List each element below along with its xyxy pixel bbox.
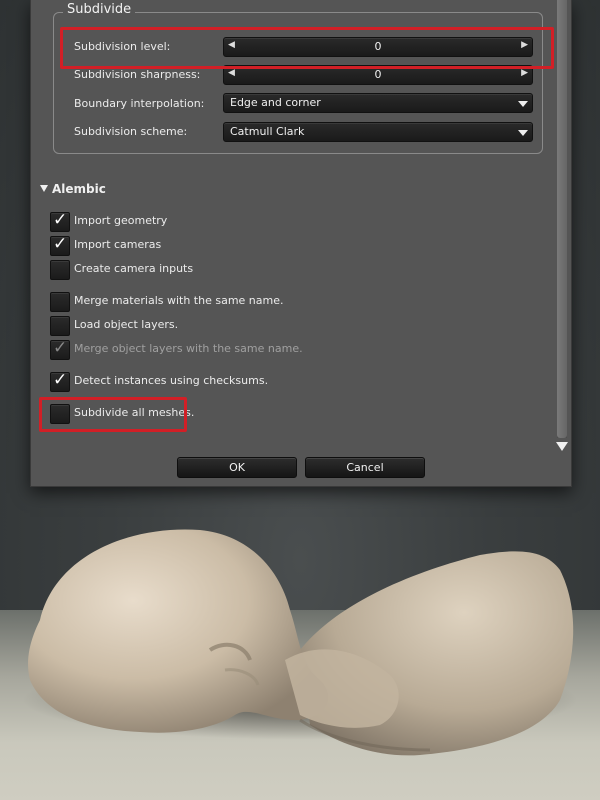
subdivision-scheme-label: Subdivision scheme: [74, 125, 188, 138]
load-object-layers-label: Load object layers. [74, 318, 179, 331]
checkmark-icon: ✓ [53, 338, 68, 358]
import-cameras-checkbox[interactable]: ✓ [50, 234, 70, 256]
subdivision-scheme-value: Catmull Clark [230, 125, 305, 138]
checkmark-icon: ✓ [53, 370, 68, 390]
alembic-section-title: Alembic [52, 182, 106, 196]
scrollbar-thumb[interactable] [557, 0, 567, 438]
merge-object-layers-checkbox: ✓ [50, 338, 70, 360]
cancel-button[interactable]: Cancel [305, 457, 425, 478]
ok-button[interactable]: OK [177, 457, 297, 478]
increment-arrow-icon[interactable]: ▶ [521, 68, 528, 78]
highlight-subdivide-all-meshes [39, 397, 187, 432]
scroll-down-arrow-icon[interactable] [556, 442, 568, 451]
boundary-interpolation-select[interactable]: Edge and corner [223, 93, 533, 113]
chevron-down-icon [518, 130, 528, 136]
subdivision-scheme-select[interactable]: Catmull Clark [223, 122, 533, 142]
subdivision-sharpness-value: 0 [374, 68, 382, 81]
create-camera-inputs-label: Create camera inputs [74, 262, 194, 275]
merge-materials-checkbox[interactable] [50, 292, 70, 312]
detect-instances-checkbox[interactable]: ✓ [50, 370, 70, 392]
import-geometry-checkbox[interactable]: ✓ [50, 210, 70, 232]
boundary-interpolation-value: Edge and corner [230, 96, 321, 109]
create-camera-inputs-checkbox[interactable] [50, 260, 70, 280]
boundary-interpolation-label: Boundary interpolation: [74, 97, 205, 110]
highlight-subdivision-level [60, 27, 554, 69]
chevron-down-icon [518, 101, 528, 107]
load-object-layers-checkbox[interactable] [50, 316, 70, 336]
alembic-section-header[interactable]: Alembic [40, 182, 106, 196]
import-cameras-label: Import cameras [74, 238, 162, 251]
detect-instances-label: Detect instances using checksums. [74, 374, 269, 387]
import-geometry-label: Import geometry [74, 214, 168, 227]
merge-materials-label: Merge materials with the same name. [74, 294, 284, 307]
subdivision-sharpness-label: Subdivision sharpness: [74, 68, 201, 81]
merge-object-layers-label: Merge object layers with the same name. [74, 342, 303, 355]
checkmark-icon: ✓ [53, 234, 68, 254]
expand-triangle-icon[interactable] [40, 185, 48, 192]
sculpture-render [28, 529, 574, 756]
checkmark-icon: ✓ [53, 210, 68, 230]
scrollbar-track[interactable] [557, 0, 567, 438]
subdivide-group-title: Subdivide [63, 2, 136, 17]
